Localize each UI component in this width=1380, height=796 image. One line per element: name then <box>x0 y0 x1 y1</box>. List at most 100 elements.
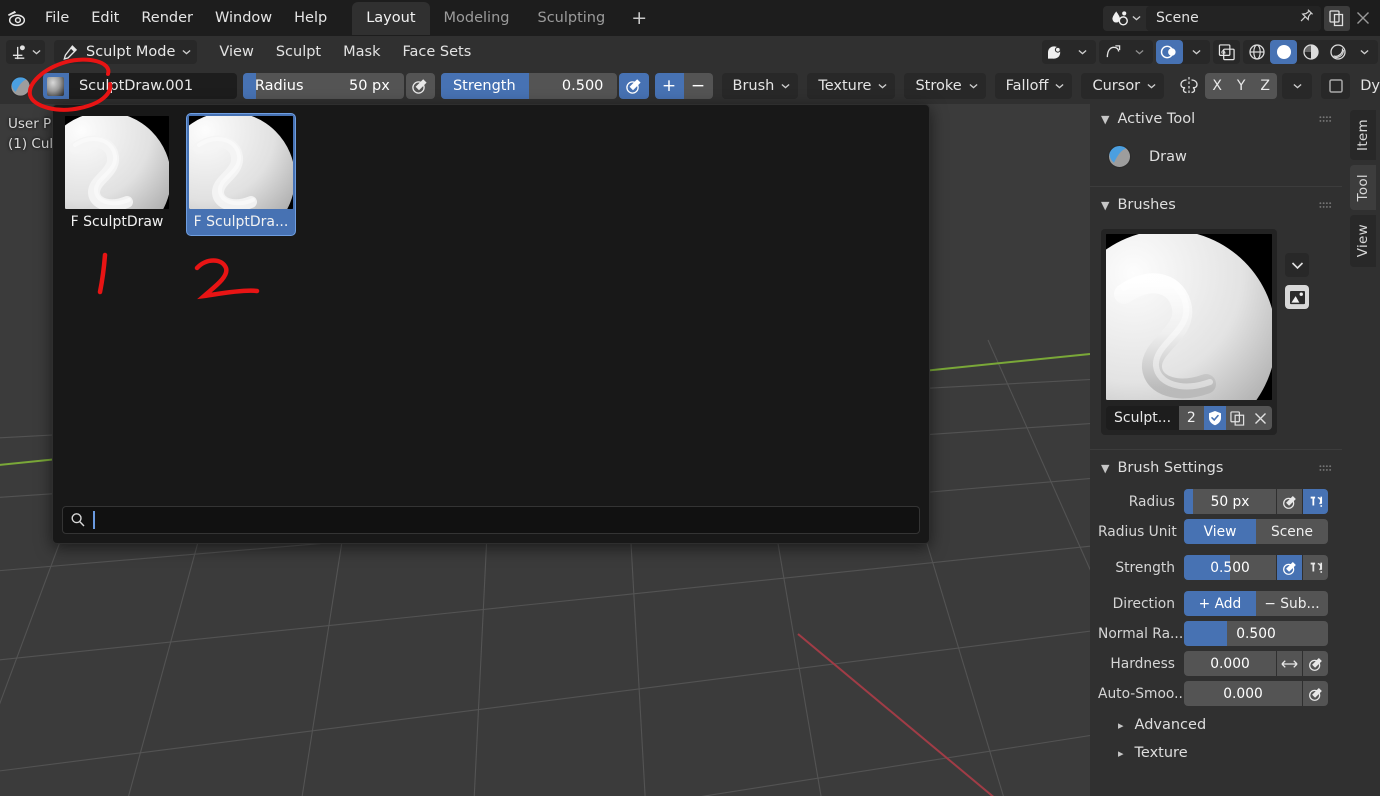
workspace-tabs: Layout Modeling Sculpting + <box>352 0 659 36</box>
setting-row-normal-radius: Normal Ra... 0.500 <box>1098 619 1328 648</box>
tab-layout[interactable]: Layout <box>352 1 430 35</box>
unlink-close-icon[interactable] <box>1249 406 1273 430</box>
menu-render[interactable]: Render <box>130 5 204 31</box>
sidebar-tab-view[interactable]: View <box>1350 215 1376 267</box>
chevron-right-icon: ▸ <box>1118 746 1124 760</box>
proportional-dropdown-icon[interactable] <box>1183 40 1210 64</box>
duplicate-icon[interactable] <box>1226 406 1250 430</box>
brush-selector-popup[interactable]: F SculptDraw F SculptDra... <box>52 104 930 544</box>
normal-radius-slider[interactable]: 0.500 <box>1184 621 1328 646</box>
texture-dropdown[interactable]: Texture <box>807 73 896 99</box>
symmetry-icon[interactable] <box>1176 76 1202 96</box>
tab-modeling[interactable]: Modeling <box>430 2 524 35</box>
symmetry-dropdown-icon[interactable] <box>1282 73 1313 99</box>
menu-help[interactable]: Help <box>283 5 338 31</box>
radius-value-slider[interactable]: 50 px <box>1184 489 1276 514</box>
brush-preview-box[interactable]: Sculpt... 2 <box>1101 229 1277 435</box>
cursor-dropdown-label: Cursor <box>1092 78 1141 94</box>
chevron-down-icon[interactable] <box>1285 253 1309 277</box>
image-icon[interactable] <box>1285 285 1309 309</box>
visibility-icon[interactable] <box>1042 40 1069 64</box>
panel-header-active-tool[interactable]: ▼ Active Tool <box>1090 104 1342 134</box>
setting-row-direction: Direction + Add − Sub... <box>1098 589 1328 618</box>
strength-unified-icon[interactable] <box>1303 555 1328 580</box>
direction-add-button[interactable]: + Add <box>1184 591 1256 616</box>
brush-users-count[interactable]: 2 <box>1179 406 1204 430</box>
brush-popup-item[interactable]: F SculptDraw <box>62 113 172 236</box>
menu-mask[interactable]: Mask <box>333 42 390 62</box>
snap-dropdown-icon[interactable] <box>1126 40 1153 64</box>
subpanel-advanced[interactable]: ▸ Advanced <box>1098 709 1328 733</box>
menu-window[interactable]: Window <box>204 5 283 31</box>
dyntopo-label[interactable]: Dy <box>1360 78 1380 94</box>
shading-solid-icon[interactable] <box>1270 40 1297 64</box>
strength-pressure-icon[interactable] <box>1277 555 1302 580</box>
stroke-dropdown[interactable]: Stroke <box>904 73 986 99</box>
menu-view[interactable]: View <box>209 42 263 62</box>
brush-draw-icon[interactable] <box>4 71 37 101</box>
panel-header-brushes[interactable]: ▼ Brushes <box>1090 190 1342 220</box>
shading-wireframe-icon[interactable] <box>1243 40 1270 64</box>
symmetry-axis-z[interactable]: Z <box>1253 73 1277 99</box>
panel-header-brush-settings[interactable]: ▼ Brush Settings <box>1090 453 1342 483</box>
direction-subtract-button[interactable]: − <box>683 73 713 99</box>
hardness-arrows-icon[interactable] <box>1277 651 1302 676</box>
brush-popup-grid: F SculptDraw F SculptDra... <box>53 105 929 236</box>
radius-pressure-icon[interactable] <box>405 73 435 99</box>
sidebar-tab-item[interactable]: Item <box>1350 110 1376 160</box>
pin-icon[interactable] <box>1298 8 1315 29</box>
subpanel-texture[interactable]: ▸ Texture <box>1098 733 1328 761</box>
auto-smooth-pressure-icon[interactable] <box>1303 681 1328 706</box>
brush-dropdown[interactable]: Brush <box>721 73 799 99</box>
menu-edit[interactable]: Edit <box>80 5 130 31</box>
sidebar-tab-tool[interactable]: Tool <box>1350 164 1376 211</box>
label-strength: Strength <box>1115 559 1175 576</box>
proportional-editing-icon[interactable] <box>1156 40 1183 64</box>
menu-sculpt[interactable]: Sculpt <box>266 42 331 62</box>
add-workspace-button[interactable]: + <box>619 8 659 28</box>
active-tool-row[interactable]: Draw <box>1090 134 1342 183</box>
overlays-icon[interactable] <box>1213 40 1240 64</box>
direction-subtract-button[interactable]: − Sub... <box>1256 591 1328 616</box>
radius-pressure-icon[interactable] <box>1277 489 1302 514</box>
menu-file[interactable]: File <box>34 5 80 31</box>
strength-pressure-icon[interactable] <box>619 73 649 99</box>
radius-slider[interactable]: Radius 50 px <box>242 73 404 99</box>
radius-unified-icon[interactable] <box>1303 489 1328 514</box>
interaction-mode-selector[interactable]: Sculpt Mode <box>54 40 198 64</box>
tiling-icon[interactable] <box>1321 73 1351 99</box>
shading-material-icon[interactable] <box>1297 40 1324 64</box>
tab-sculpting[interactable]: Sculpting <box>523 2 619 35</box>
menu-face-sets[interactable]: Face Sets <box>392 42 481 62</box>
blender-logo-icon[interactable] <box>0 0 34 36</box>
strength-slider[interactable]: Strength 0.500 <box>440 73 618 99</box>
symmetry-axis-y[interactable]: Y <box>1229 73 1253 99</box>
scene-name-field[interactable]: Scene <box>1146 5 1321 31</box>
close-scene-button[interactable] <box>1350 6 1376 31</box>
shading-dropdown-icon[interactable] <box>1351 40 1378 64</box>
hardness-slider[interactable]: 0.000 <box>1184 651 1276 676</box>
visibility-dropdown-icon[interactable] <box>1069 40 1096 64</box>
brush-datablock-name[interactable]: Sculpt... <box>1106 406 1180 430</box>
snap-magnet-icon[interactable] <box>1099 40 1126 64</box>
radius-unit-scene-button[interactable]: Scene <box>1256 519 1328 544</box>
brush-popup-search-field[interactable] <box>62 506 920 534</box>
radius-label: Radius <box>254 78 304 94</box>
falloff-dropdown[interactable]: Falloff <box>994 73 1073 99</box>
label-radius-unit: Radius Unit <box>1098 523 1177 540</box>
editor-type-selector[interactable] <box>6 40 45 64</box>
tool-settings-bar: SculptDraw.001 Radius 50 px Strength 0.5… <box>0 68 1380 104</box>
cursor-dropdown[interactable]: Cursor <box>1081 73 1165 99</box>
strength-value-slider[interactable]: 0.500 <box>1184 555 1276 580</box>
auto-smooth-slider[interactable]: 0.000 <box>1184 681 1302 706</box>
hardness-pressure-icon[interactable] <box>1303 651 1328 676</box>
new-scene-button[interactable] <box>1324 5 1350 31</box>
brush-name-field[interactable]: SculptDraw.001 <box>42 73 237 99</box>
shading-rendered-icon[interactable] <box>1324 40 1351 64</box>
scene-browse-icon[interactable] <box>1103 6 1146 31</box>
brush-popup-item-selected[interactable]: F SculptDra... <box>186 113 296 236</box>
shield-icon[interactable] <box>1203 406 1227 430</box>
direction-add-button[interactable]: + <box>654 73 684 99</box>
radius-unit-view-button[interactable]: View <box>1184 519 1256 544</box>
symmetry-axis-x[interactable]: X <box>1205 73 1229 99</box>
